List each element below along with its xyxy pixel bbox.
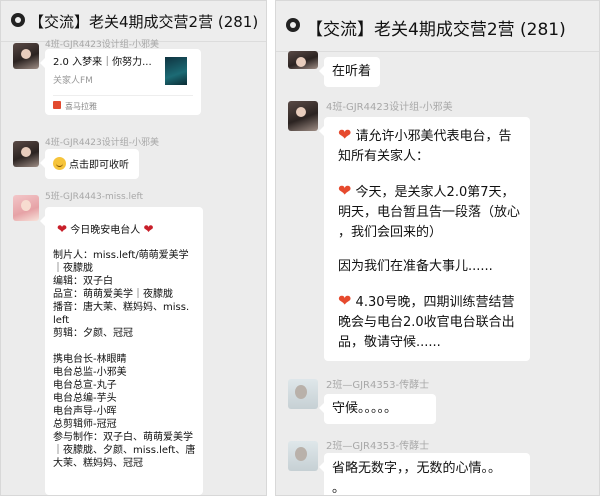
message-bubble[interactable]: ❤ 今日晚安电台人 ❤ 制片人：miss.left/萌萌爱美学 ｜夜朦胧 编辑：… [40, 207, 203, 495]
chat-group-icon[interactable] [11, 13, 25, 27]
left-chat-panel: 【交流】老关4期成交营2营 (281) 4班-GJR4423设计组-小邪美 2.… [0, 0, 267, 496]
card-divider [53, 95, 193, 96]
sender-nickname: 4班-GJR4423设计组-小邪美 [45, 138, 160, 148]
message-line: ｜夜朦胧 [53, 263, 93, 274]
smile-emoji-icon [53, 157, 66, 170]
chat-title: 【交流】老关4期成交营2营 (281) [29, 13, 259, 31]
message-line: 电台声导-小晖 [53, 406, 117, 417]
message-line: 晚会与电台2.0收官电台联合出 [338, 315, 515, 330]
heart-icon: ❤ [338, 125, 352, 144]
avatar[interactable] [13, 43, 39, 69]
message-line: 4.30号晚，四期训练营结营 [355, 295, 515, 310]
message-bubble[interactable]: 点击即可收听 [40, 149, 139, 179]
message-line: 电台总监-小邪美 [53, 367, 127, 378]
message-line: 总剪辑师-冠冠 [53, 419, 117, 430]
heart-icon: ❤ [338, 181, 352, 200]
message-line: 明天，电台暂且告一段落（放心 [338, 205, 521, 220]
avatar[interactable] [288, 101, 318, 131]
message-line: 参与制作：双子白、萌萌爱美学 [53, 432, 193, 443]
message-bubble[interactable]: ❤ 请允许小邪美代表电台，告 知所有关家人： ❤ 今天，是关家人2.0第7天， … [319, 117, 530, 361]
message-bubble[interactable]: 省略无数字，，无数的心情。。 。 [319, 453, 530, 496]
card-source: 喜马拉雅 [65, 102, 97, 111]
heart-icon: ❤ [57, 222, 68, 236]
chat-group-icon[interactable] [286, 18, 300, 32]
message-line: 播音：唐大茉、糕妈妈、miss. [53, 302, 190, 313]
message-line: ，我们会回来的） [338, 225, 443, 240]
sender-nickname: 2班—GJR4353-传酵士 [326, 380, 430, 391]
chat-title: 【交流】老关4期成交营2营 (281) [306, 20, 566, 40]
message-line: 品，敬请守候...... [338, 335, 441, 350]
avatar[interactable] [13, 195, 39, 221]
card-thumbnail [165, 57, 187, 85]
message-line: 请允许小邪美代表电台，告 [355, 129, 512, 144]
message-line: left [53, 315, 70, 326]
message-line: 知所有关家人： [338, 149, 430, 164]
message-line: 因为我们在准备大事儿...... [338, 259, 493, 274]
ximalaya-logo-icon [53, 101, 61, 109]
message-line: ｜夜朦胧、夕颜、miss.left、唐 [53, 445, 196, 456]
message-line: 今天，是关家人2.0第7天， [355, 185, 515, 200]
message-line: 编辑：双子白 [53, 276, 113, 287]
sender-nickname: 5班-GJR4443-miss.left [45, 192, 144, 202]
message-line: 制片人：miss.left/萌萌爱美学 [53, 250, 189, 261]
card-title: 2.0 入梦来｜你努力... [53, 57, 152, 68]
avatar[interactable] [13, 141, 39, 167]
right-chat-panel: 【交流】老关4期成交营2营 (281) 在听着 4班-GJR4423设计组-小邪… [275, 0, 600, 496]
message-line: 剪辑：夕颜、冠冠 [53, 328, 133, 339]
sender-nickname: 4班-GJR4423设计组-小邪美 [326, 102, 453, 113]
message-line: 携电台长-林眼睛 [53, 354, 127, 365]
message-text: 点击即可收听 [69, 160, 129, 171]
chat-header: 【交流】老关4期成交营2营 (281) [276, 1, 599, 52]
sender-nickname: 2班—GJR4353-传酵士 [326, 441, 430, 452]
message-line: 今日晚安电台人 [70, 225, 141, 236]
avatar[interactable] [288, 379, 318, 409]
message-line: 省略无数字，，无数的心情。。 [332, 461, 502, 476]
message-bubble[interactable]: 在听着 [319, 57, 380, 87]
message-bubble[interactable]: 守候。。。。。 [319, 394, 436, 424]
card-account: 关家人FM [53, 76, 93, 86]
avatar[interactable] [288, 441, 318, 471]
message-line: 。 [332, 481, 346, 496]
message-text: 在听着 [332, 64, 372, 79]
message-line: 品宣：萌萌爱美学｜夜朦胧 [53, 289, 173, 300]
message-line: 电台总编-芋头 [53, 393, 117, 404]
chat-header: 【交流】老关4期成交营2营 (281) [1, 1, 266, 42]
message-line: 电台总宣-丸子 [53, 380, 117, 391]
message-text: 守候。。。。。 [332, 401, 398, 416]
message-line: 大茉、糕妈妈、冠冠 [53, 458, 143, 469]
link-card[interactable]: 2.0 入梦来｜你努力... 关家人FM 喜马拉雅 [40, 49, 201, 115]
heart-icon: ❤ [143, 222, 154, 236]
heart-icon: ❤ [338, 291, 352, 310]
avatar[interactable] [288, 51, 318, 69]
